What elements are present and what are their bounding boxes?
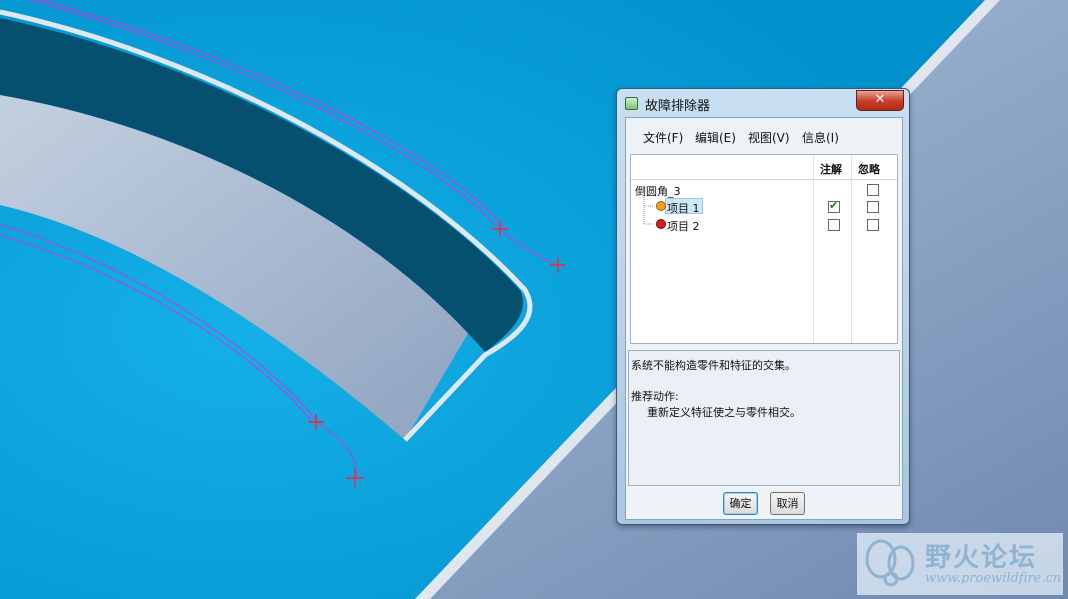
menu-info[interactable]: 信息(I): [802, 129, 839, 146]
dialog-client: 文件(F) 编辑(E) 视图(V) 信息(I) 注解 忽略 倒圆角_3 项目 1: [625, 117, 903, 520]
tree-header: 注解 忽略: [631, 155, 897, 180]
close-icon: ✕: [874, 92, 886, 107]
error-status-icon: [656, 219, 666, 229]
menu-edit[interactable]: 编辑(E): [695, 129, 736, 146]
menu-file[interactable]: 文件(F): [643, 129, 683, 146]
message-panel: 系统不能构造零件和特征的交集。 推荐动作: 重新定义特征使之与零件相交。: [628, 350, 900, 486]
warning-status-icon: [656, 201, 666, 211]
tree-item-label[interactable]: 项目 1: [667, 200, 700, 216]
item2-annotate-checkbox[interactable]: [828, 219, 840, 231]
menu-view[interactable]: 视图(V): [748, 129, 790, 146]
item2-ignore-checkbox[interactable]: [867, 219, 879, 231]
recommend-heading: 推荐动作:: [631, 390, 679, 403]
item1-ignore-checkbox[interactable]: [867, 201, 879, 213]
recommend-action: 重新定义特征使之与零件相交。: [647, 406, 801, 419]
forum-watermark: 野火论坛 www.proewildfire.cn: [857, 533, 1063, 595]
cancel-button[interactable]: 取消: [770, 492, 805, 515]
column-annotate[interactable]: 注解: [820, 161, 842, 177]
menubar: 文件(F) 编辑(E) 视图(V) 信息(I): [626, 118, 902, 154]
ok-button[interactable]: 确定: [723, 492, 758, 515]
column-divider: [851, 155, 852, 343]
close-button[interactable]: ✕: [856, 90, 904, 111]
troubleshooter-dialog: 故障排除器 ✕ 文件(F) 编辑(E) 视图(V) 信息(I) 注解 忽略 倒圆…: [616, 88, 910, 525]
tree-item-label[interactable]: 项目 2: [667, 218, 700, 234]
app-icon: [625, 97, 638, 110]
issue-tree[interactable]: 注解 忽略 倒圆角_3 项目 1 项目 2: [630, 154, 898, 344]
dialog-title: 故障排除器: [645, 99, 711, 114]
butterfly-logo-icon: [865, 539, 915, 587]
watermark-title: 野火论坛: [925, 543, 1038, 573]
item1-annotate-checkbox[interactable]: [828, 199, 840, 213]
column-ignore[interactable]: 忽略: [858, 161, 880, 177]
root-ignore-checkbox[interactable]: [867, 184, 879, 196]
watermark-url: www.proewildfire.cn: [925, 571, 1062, 586]
message-text: 系统不能构造零件和特征的交集。: [631, 359, 796, 372]
column-divider: [813, 155, 814, 343]
dialog-titlebar[interactable]: 故障排除器 ✕: [617, 89, 909, 117]
